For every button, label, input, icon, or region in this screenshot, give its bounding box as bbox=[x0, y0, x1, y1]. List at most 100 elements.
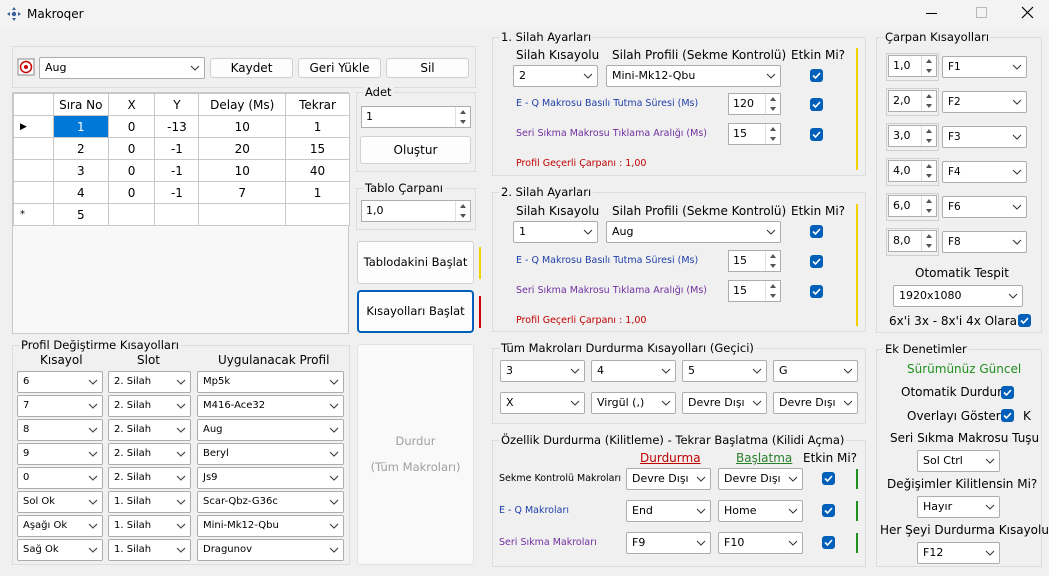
table-row[interactable]: 4 0 -1 7 1 bbox=[13, 181, 350, 204]
switch-slot-select[interactable]: 2. Silah bbox=[108, 419, 191, 441]
weapon2-active-checkbox[interactable] bbox=[810, 225, 823, 238]
carpan-value-spinner[interactable]: 6,0 bbox=[888, 195, 937, 217]
table-row[interactable]: 2 0 -1 20 15 bbox=[13, 137, 350, 160]
delete-button[interactable]: Sil bbox=[386, 58, 469, 78]
weapon1-seri-spinner[interactable]: 15 bbox=[728, 123, 781, 145]
lock-select[interactable]: Hayır bbox=[917, 496, 1000, 518]
weapon2-eq-checkbox[interactable] bbox=[810, 255, 823, 268]
stop-all-button[interactable]: Durdur (Tüm Makroları) bbox=[357, 344, 474, 565]
carpan-key-select[interactable]: F2 bbox=[942, 91, 1027, 113]
switch-key-select[interactable]: 8 bbox=[17, 419, 103, 441]
close-button[interactable] bbox=[1021, 6, 1034, 19]
switch-key-select[interactable]: 9 bbox=[17, 443, 103, 465]
switch-profile-select[interactable]: Mp5k bbox=[197, 371, 344, 393]
carpan-value-spinner[interactable]: 1,0 bbox=[888, 55, 937, 77]
chevron-down-icon bbox=[329, 475, 339, 481]
stopall-key-select[interactable]: F12 bbox=[917, 542, 1000, 564]
feature-start-select[interactable]: F10 bbox=[718, 532, 803, 554]
carpan-value-spinner[interactable]: 4,0 bbox=[888, 160, 937, 182]
switch-profile-select[interactable]: Scar-Qbz-G36c bbox=[197, 491, 344, 513]
table-row[interactable]: 3 0 -1 10 40 bbox=[13, 159, 350, 182]
weapon2-eq-spinner[interactable]: 15 bbox=[728, 250, 781, 272]
chevron-down-icon bbox=[1012, 134, 1022, 140]
switch-key-select[interactable]: 0 bbox=[17, 467, 103, 489]
stopall-key-select[interactable]: Virgül (,) bbox=[591, 392, 676, 414]
stopall-key-select[interactable]: X bbox=[500, 392, 585, 414]
weapon2-title: 2. Silah Ayarları bbox=[499, 185, 594, 199]
carpan-value-spinner[interactable]: 3,0 bbox=[888, 125, 937, 147]
switch-slot-select[interactable]: 2. Silah bbox=[108, 467, 191, 489]
table-row[interactable]: * 5 bbox=[13, 203, 350, 226]
carpan-value-spinner[interactable]: 8,0 bbox=[888, 230, 937, 252]
scale-checkbox[interactable] bbox=[1018, 314, 1031, 327]
stopall-key-select[interactable]: 5 bbox=[682, 360, 767, 382]
chevron-down-icon bbox=[661, 368, 671, 374]
chevron-down-icon bbox=[176, 451, 186, 457]
chevron-down-icon bbox=[696, 540, 706, 546]
carpan-value-spinner[interactable]: 2,0 bbox=[888, 90, 937, 112]
resolution-select[interactable]: 1920x1080 bbox=[893, 285, 1023, 307]
feature-stop-select[interactable]: Devre Dışı bbox=[626, 468, 711, 490]
feature-start-select[interactable]: Devre Dışı bbox=[718, 468, 803, 490]
weapon2-profile-select[interactable]: Aug bbox=[606, 221, 781, 243]
switch-profile-select[interactable]: Mini-Mk12-Qbu bbox=[197, 515, 344, 537]
weapon1-eq-checkbox[interactable] bbox=[810, 98, 823, 111]
seri-key-select[interactable]: Sol Ctrl bbox=[917, 450, 1000, 472]
switch-key-select[interactable]: 7 bbox=[17, 395, 103, 417]
switch-key-select[interactable]: Sağ Ok bbox=[17, 539, 103, 561]
table-row[interactable]: ▶ 1 0 -13 10 1 bbox=[13, 115, 350, 138]
save-button[interactable]: Kaydet bbox=[210, 58, 293, 78]
stopall-key-select[interactable]: Devre Dışı bbox=[682, 392, 767, 414]
weapon2-seri-spinner[interactable]: 15 bbox=[728, 280, 781, 302]
weapon1-key-select[interactable]: 2 bbox=[513, 65, 598, 87]
profile-select[interactable]: Aug bbox=[39, 57, 205, 79]
chevron-down-icon bbox=[752, 368, 762, 374]
overlay-checkbox[interactable] bbox=[1001, 409, 1014, 422]
switch-key-select[interactable]: 6 bbox=[17, 371, 103, 393]
switch-slot-select[interactable]: 1. Silah bbox=[108, 491, 191, 513]
weapon2-key-select[interactable]: 1 bbox=[513, 221, 598, 243]
minimize-button[interactable] bbox=[926, 13, 937, 14]
stopall-key-select[interactable]: G bbox=[773, 360, 858, 382]
feature-active-checkbox[interactable] bbox=[822, 504, 835, 517]
feature-active-checkbox[interactable] bbox=[822, 472, 835, 485]
weapon1-seri-checkbox[interactable] bbox=[810, 128, 823, 141]
maximize-button[interactable] bbox=[976, 7, 987, 18]
tablo-multiplier-spinner[interactable]: 1,0 bbox=[361, 200, 471, 222]
switch-slot-select[interactable]: 2. Silah bbox=[108, 395, 191, 417]
start-shortcuts-button[interactable]: Kısayolları Başlat bbox=[357, 290, 474, 333]
chevron-down-icon bbox=[176, 403, 186, 409]
switch-key-select[interactable]: Sol Ok bbox=[17, 491, 103, 513]
switch-slot-select[interactable]: 1. Silah bbox=[108, 515, 191, 537]
carpan-key-select[interactable]: F4 bbox=[942, 161, 1027, 183]
stopall-key-select[interactable]: 4 bbox=[591, 360, 676, 382]
carpan-key-select[interactable]: F8 bbox=[942, 231, 1027, 253]
switch-profile-select[interactable]: Js9 bbox=[197, 467, 344, 489]
restore-button[interactable]: Geri Yükle bbox=[298, 58, 381, 78]
create-button[interactable]: Oluştur bbox=[360, 136, 471, 164]
adet-spinner[interactable]: 1 bbox=[361, 106, 471, 128]
stopall-key-select[interactable]: Devre Dışı bbox=[773, 392, 858, 414]
carpan-key-select[interactable]: F1 bbox=[942, 56, 1027, 78]
switch-profile-select[interactable]: Dragunov bbox=[197, 539, 344, 561]
switch-slot-select[interactable]: 1. Silah bbox=[108, 539, 191, 561]
switch-profile-select[interactable]: M416-Ace32 bbox=[197, 395, 344, 417]
weapon1-profile-select[interactable]: Mini-Mk12-Qbu bbox=[606, 65, 781, 87]
auto-stop-checkbox[interactable] bbox=[1001, 386, 1014, 399]
stopall-key-select[interactable]: 3 bbox=[500, 360, 585, 382]
switch-slot-select[interactable]: 2. Silah bbox=[108, 443, 191, 465]
start-table-button[interactable]: Tablodakini Başlat bbox=[357, 241, 474, 284]
feature-active-checkbox[interactable] bbox=[822, 536, 835, 549]
carpan-key-select[interactable]: F6 bbox=[942, 196, 1027, 218]
weapon1-eq-spinner[interactable]: 120 bbox=[728, 93, 781, 115]
switch-profile-select[interactable]: Beryl bbox=[197, 443, 344, 465]
carpan-key-select[interactable]: F3 bbox=[942, 126, 1027, 148]
feature-start-select[interactable]: Home bbox=[718, 500, 803, 522]
switch-slot-select[interactable]: 2. Silah bbox=[108, 371, 191, 393]
feature-stop-select[interactable]: F9 bbox=[626, 532, 711, 554]
switch-key-select[interactable]: Aşağı Ok bbox=[17, 515, 103, 537]
weapon2-seri-checkbox[interactable] bbox=[810, 285, 823, 298]
feature-stop-select[interactable]: End bbox=[626, 500, 711, 522]
switch-profile-select[interactable]: Aug bbox=[197, 419, 344, 441]
weapon1-active-checkbox[interactable] bbox=[810, 69, 823, 82]
